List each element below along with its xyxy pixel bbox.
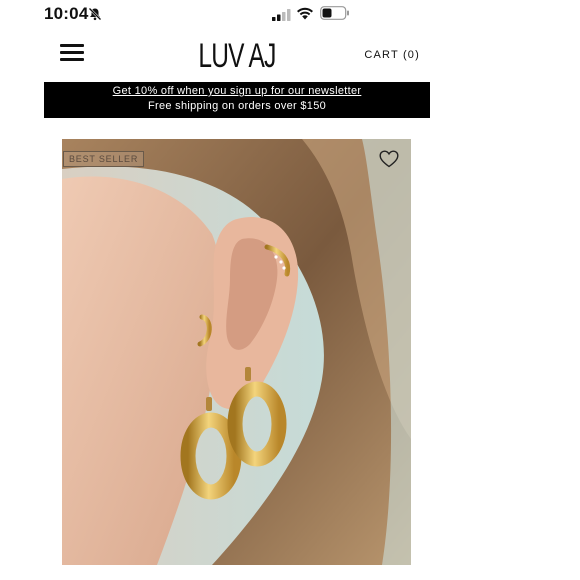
newsletter-signup-link[interactable]: Get 10% off when you sign up for our new… bbox=[44, 82, 430, 97]
status-time: 10:04 bbox=[44, 4, 89, 23]
product-photo[interactable] bbox=[62, 139, 411, 565]
wifi-icon bbox=[297, 7, 313, 20]
free-shipping-text: Free shipping on orders over $150 bbox=[147, 100, 327, 112]
cart-link[interactable]: CART (0) bbox=[364, 49, 420, 61]
signal-icon bbox=[272, 9, 291, 21]
heart-icon[interactable] bbox=[379, 150, 399, 168]
bell-off-icon bbox=[88, 7, 102, 21]
product-card[interactable]: BEST SELLER bbox=[62, 139, 411, 565]
site-header: LUV AJ CART (0) bbox=[44, 34, 430, 78]
best-seller-badge: BEST SELLER bbox=[63, 151, 145, 167]
hamburger-menu-icon[interactable] bbox=[60, 44, 84, 64]
battery-icon bbox=[320, 6, 349, 20]
promo-banner: Get 10% off when you sign up for our new… bbox=[44, 82, 430, 118]
brand-logo[interactable]: LUV AJ bbox=[98, 34, 376, 78]
